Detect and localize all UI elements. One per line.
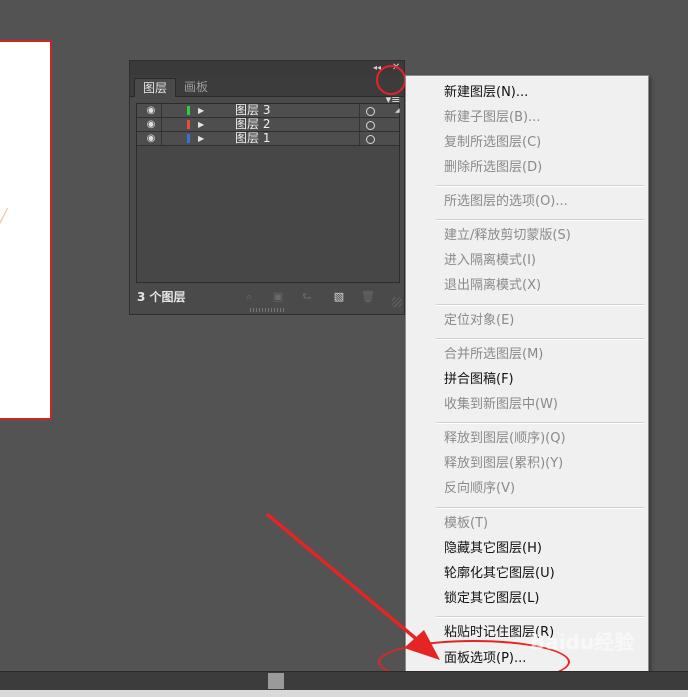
- panel-flyout-menu: 新建图层(N)... 新建子图层(B)... 复制所选图层(C) 删除所选图层(D) 所…: [405, 75, 649, 686]
- layer-row[interactable]: ◉ ▶ 图层 3 ◢: [137, 104, 400, 118]
- status-bar: [0, 671, 688, 691]
- menu-item-enter-isolation[interactable]: 进入隔离模式(I): [444, 252, 536, 269]
- menu-item-lock-others[interactable]: 锁定其它图层(L): [444, 590, 539, 607]
- menu-item-merge-layers[interactable]: 合并所选图层(M): [444, 346, 543, 363]
- layer-color-swatch: [187, 106, 190, 115]
- make-clipping-mask-icon[interactable]: ▣: [271, 290, 285, 304]
- panel-footer: 3 个图层 ⌕ ▣ ⮑ ▧ 🗑: [130, 287, 404, 307]
- menu-item-release-build[interactable]: 释放到图层(累积)(Y): [444, 455, 563, 472]
- layer-name[interactable]: 图层 2: [235, 118, 270, 131]
- layer-row[interactable]: ◉ ▶ 图层 1: [137, 132, 399, 146]
- layer-count: 3 个图层: [137, 290, 186, 304]
- menu-item-layer-options[interactable]: 所选图层的选项(O)...: [444, 193, 568, 210]
- selection-indicator-icon: ◢: [395, 107, 400, 114]
- menu-item-reverse-order[interactable]: 反向顺序(V): [444, 480, 515, 497]
- scroll-thumb[interactable]: [268, 673, 284, 689]
- bottom-strip: [0, 690, 688, 697]
- divider: [161, 104, 162, 117]
- menu-item-collect-in-new-layer[interactable]: 收集到新图层中(W): [444, 396, 558, 413]
- target-circle-icon[interactable]: [366, 121, 375, 130]
- target-circle-icon[interactable]: [366, 135, 375, 144]
- layer-name[interactable]: 图层 3: [235, 104, 270, 117]
- menu-item-delete-layer[interactable]: 删除所选图层(D): [444, 159, 542, 176]
- panel-tabbar: 图层 画板 ▾≡: [130, 75, 404, 106]
- watermark: Baidu经验: [530, 630, 635, 654]
- divider: [359, 132, 360, 145]
- tab-artboards[interactable]: 画板: [176, 78, 216, 97]
- menu-separator: [436, 219, 644, 221]
- menu-item-outline-others[interactable]: 轮廓化其它图层(U): [444, 565, 555, 582]
- eye-icon[interactable]: ◉: [143, 104, 159, 117]
- panel-titlebar[interactable]: ◂◂ ✕: [130, 61, 404, 75]
- menu-item-hide-others[interactable]: 隐藏其它图层(H): [444, 540, 542, 557]
- annotation-circle-panel-menu: [376, 65, 406, 95]
- menu-item-flatten-artwork[interactable]: 拼合图稿(F): [444, 371, 514, 388]
- tab-layers[interactable]: 图层: [134, 78, 177, 97]
- disclosure-triangle-icon[interactable]: ▶: [198, 118, 204, 131]
- menu-item-release-sequence[interactable]: 释放到图层(顺序)(Q): [444, 430, 566, 447]
- layer-color-swatch: [187, 120, 190, 129]
- eye-icon[interactable]: ◉: [143, 132, 159, 145]
- menu-item-duplicate-layer[interactable]: 复制所选图层(C): [444, 134, 541, 151]
- menu-separator: [436, 507, 644, 509]
- menu-separator: [436, 338, 644, 340]
- divider: [161, 118, 162, 131]
- layers-panel: ◂◂ ✕ 图层 画板 ▾≡ ◉ ▶ 图层 3 ◢ ◉ ▶ 图层 2 ◉ ▶ 图层…: [129, 60, 406, 315]
- eye-icon[interactable]: ◉: [143, 118, 159, 131]
- menu-item-exit-isolation[interactable]: 退出隔离模式(X): [444, 277, 541, 294]
- disclosure-triangle-icon[interactable]: ▶: [198, 104, 204, 117]
- menu-separator: [436, 304, 644, 306]
- locate-object-icon[interactable]: ⌕: [242, 290, 256, 304]
- menu-item-locate-object[interactable]: 定位对象(E): [444, 312, 514, 329]
- menu-separator: [436, 185, 644, 187]
- menu-separator: [436, 616, 644, 618]
- menu-item-clipping-mask[interactable]: 建立/释放剪切蒙版(S): [444, 227, 571, 244]
- new-layer-icon[interactable]: ▧: [332, 290, 346, 304]
- menu-item-new-sublayer[interactable]: 新建子图层(B)...: [444, 109, 540, 126]
- layer-name[interactable]: 图层 1: [235, 132, 270, 145]
- trash-icon[interactable]: 🗑: [361, 290, 375, 304]
- divider: [359, 104, 360, 117]
- artboard: [0, 40, 52, 420]
- layers-list: ◉ ▶ 图层 3 ◢ ◉ ▶ 图层 2 ◉ ▶ 图层 1: [136, 103, 400, 283]
- artwork-fragment: ╱: [0, 208, 8, 227]
- panel-resize-handle[interactable]: [250, 308, 286, 312]
- layer-row[interactable]: ◉ ▶ 图层 2: [137, 118, 399, 132]
- target-circle-icon[interactable]: [366, 107, 375, 116]
- menu-item-new-layer[interactable]: 新建图层(N)...: [444, 84, 528, 101]
- disclosure-triangle-icon[interactable]: ▶: [198, 132, 204, 145]
- divider: [161, 132, 162, 145]
- menu-item-template[interactable]: 模板(T): [444, 515, 488, 532]
- panel-corner-resize-handle[interactable]: [392, 297, 402, 307]
- layer-color-swatch: [187, 134, 190, 143]
- divider: [359, 118, 360, 131]
- new-sublayer-icon[interactable]: ⮑: [300, 290, 314, 304]
- menu-separator: [436, 422, 644, 424]
